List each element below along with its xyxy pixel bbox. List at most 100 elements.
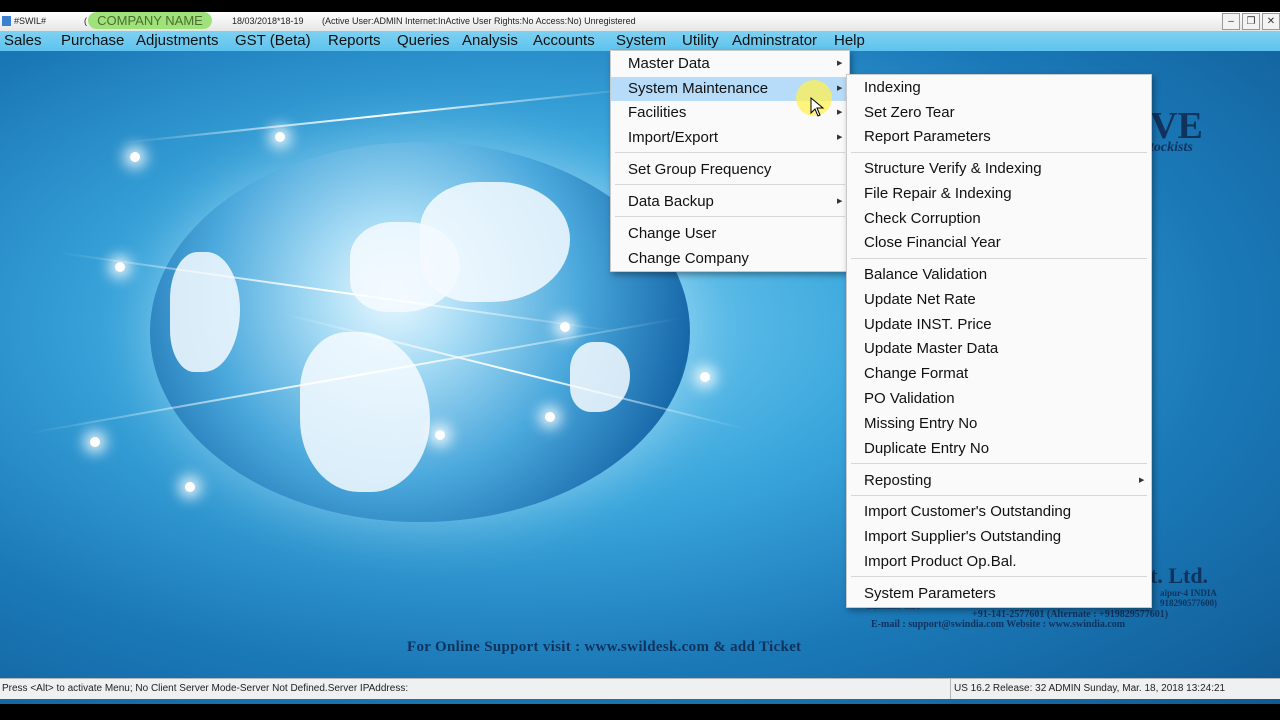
menu-system[interactable]: System <box>616 32 666 49</box>
menu-item-change-user[interactable]: Change User <box>611 222 849 246</box>
menu-adjustments[interactable]: Adjustments <box>136 32 219 49</box>
menu-analysis[interactable]: Analysis <box>462 32 518 49</box>
title-paren: ( <box>84 16 87 26</box>
app-icon <box>2 16 11 26</box>
menu-item-structure-verify[interactable]: Structure Verify & Indexing <box>847 157 1151 181</box>
menu-reports[interactable]: Reports <box>328 32 381 49</box>
menu-item-file-repair[interactable]: File Repair & Indexing <box>847 182 1151 206</box>
menu-item-set-zero-tear[interactable]: Set Zero Tear <box>847 101 1151 125</box>
menu-item-label: Missing Entry No <box>864 415 978 432</box>
menu-separator <box>851 258 1147 259</box>
menu-item-reposting[interactable]: Reposting ▶ <box>847 469 1151 493</box>
menu-item-label: Master Data <box>628 55 710 72</box>
globe-graphic <box>150 142 690 522</box>
menu-item-label: Set Group Frequency <box>628 161 772 178</box>
minimize-button[interactable]: – <box>1222 13 1240 30</box>
window-controls: – ❐ ✕ <box>1220 13 1280 30</box>
menu-item-label: Balance Validation <box>864 266 988 283</box>
menu-item-label: System Maintenance <box>628 80 769 97</box>
menu-item-import-export[interactable]: Import/Export ▶ <box>611 126 849 150</box>
arrow-right-icon: ▶ <box>837 60 843 67</box>
arrow-right-icon: ▶ <box>837 198 843 205</box>
app-id: #SWIL# <box>14 16 47 26</box>
menu-item-change-format[interactable]: Change Format <box>847 362 1151 386</box>
menu-item-update-master-data[interactable]: Update Master Data <box>847 337 1151 361</box>
menu-item-label: Import Supplier's Outstanding <box>864 528 1062 545</box>
status-hint: Press <Alt> to activate Menu; No Client … <box>2 683 409 694</box>
menu-item-system-parameters[interactable]: System Parameters <box>847 582 1151 606</box>
menu-separator <box>851 152 1147 153</box>
menu-bar: Sales Purchase Adjustments GST (Beta) Re… <box>0 31 1280 51</box>
menu-accounts[interactable]: Accounts <box>533 32 595 49</box>
arrow-right-icon: ▶ <box>837 134 843 141</box>
menu-adminstrator[interactable]: Adminstrator <box>732 32 817 49</box>
company-legal-name: t. Ltd. <box>1150 563 1209 588</box>
menu-item-missing-entry-no[interactable]: Missing Entry No <box>847 412 1151 436</box>
status-bar: Press <Alt> to activate Menu; No Client … <box>0 678 1280 699</box>
menu-separator <box>615 184 845 185</box>
menu-item-indexing[interactable]: Indexing <box>847 76 1151 100</box>
menu-item-label: Reposting <box>864 472 932 489</box>
menu-separator <box>851 463 1147 464</box>
menu-item-label: Facilities <box>628 104 687 121</box>
session-status: (Active User:ADMIN Internet:InActive Use… <box>322 16 636 26</box>
menu-item-label: File Repair & Indexing <box>864 185 1012 202</box>
app-window: VE tockists t. Ltd. aipur-4 INDIA 918290… <box>0 12 1280 704</box>
menu-item-import-customer-outstanding[interactable]: Import Customer's Outstanding <box>847 500 1151 524</box>
menu-item-label: Report Parameters <box>864 128 991 145</box>
mouse-pointer-icon <box>810 97 825 117</box>
menu-item-change-company[interactable]: Change Company <box>611 247 849 271</box>
menu-item-check-corruption[interactable]: Check Corruption <box>847 207 1151 231</box>
menu-purchase[interactable]: Purchase <box>61 32 124 49</box>
menu-item-label: Data Backup <box>628 193 714 210</box>
menu-item-po-validation[interactable]: PO Validation <box>847 387 1151 411</box>
menu-item-duplicate-entry-no[interactable]: Duplicate Entry No <box>847 437 1151 461</box>
status-version-clock: US 16.2 Release: 32 ADMIN Sunday, Mar. 1… <box>950 679 1225 699</box>
system-maintenance-submenu: Indexing Set Zero Tear Report Parameters… <box>846 74 1152 608</box>
menu-item-label: Indexing <box>864 79 921 96</box>
restore-button[interactable]: ❐ <box>1242 13 1260 30</box>
menu-item-label: Check Corruption <box>864 210 981 227</box>
menu-item-label: Duplicate Entry No <box>864 440 990 457</box>
menu-separator <box>851 495 1147 496</box>
menu-item-label: Change User <box>628 225 717 242</box>
menu-item-data-backup[interactable]: Data Backup ▶ <box>611 190 849 214</box>
title-bar: #SWIL# ( COMPANY NAME 18/03/2018*18-19 (… <box>0 12 1280 31</box>
menu-gst-beta[interactable]: GST (Beta) <box>235 32 311 49</box>
arrow-right-icon: ▶ <box>837 85 843 92</box>
session-date: 18/03/2018*18-19 <box>232 16 304 26</box>
address-line: aipur-4 INDIA <box>1160 588 1217 598</box>
menu-item-label: Update Master Data <box>864 340 999 357</box>
menu-item-label: Import/Export <box>628 129 719 146</box>
menu-item-label: Structure Verify & Indexing <box>864 160 1042 177</box>
close-button[interactable]: ✕ <box>1262 13 1280 30</box>
company-name-label: COMPANY NAME <box>88 12 212 29</box>
menu-item-close-financial-year[interactable]: Close Financial Year <box>847 231 1151 255</box>
menu-item-label: Import Customer's Outstanding <box>864 503 1072 520</box>
menu-item-update-net-rate[interactable]: Update Net Rate <box>847 288 1151 312</box>
menu-separator <box>615 216 845 217</box>
arrow-right-icon: ▶ <box>1139 477 1145 484</box>
menu-item-import-product-op-bal[interactable]: Import Product Op.Bal. <box>847 550 1151 574</box>
menu-item-balance-validation[interactable]: Balance Validation <box>847 263 1151 287</box>
arrow-right-icon: ▶ <box>837 109 843 116</box>
online-support-banner: For Online Support visit : www.swildesk.… <box>407 639 802 655</box>
menu-item-report-parameters[interactable]: Report Parameters <box>847 125 1151 149</box>
menu-sales[interactable]: Sales <box>4 32 42 49</box>
brand-tagline: tockists <box>1150 140 1193 155</box>
menu-item-label: Import Product Op.Bal. <box>864 553 1017 570</box>
menu-separator <box>851 576 1147 577</box>
menu-item-update-inst-price[interactable]: Update INST. Price <box>847 313 1151 337</box>
menu-utility[interactable]: Utility <box>682 32 719 49</box>
menu-item-label: Update INST. Price <box>864 316 992 333</box>
menu-item-label: System Parameters <box>864 585 996 602</box>
menu-queries[interactable]: Queries <box>397 32 450 49</box>
menu-item-label: PO Validation <box>864 390 955 407</box>
menu-item-set-group-frequency[interactable]: Set Group Frequency <box>611 158 849 182</box>
menu-item-master-data[interactable]: Master Data ▶ <box>611 52 849 76</box>
phone-line: 918290577600) <box>1160 598 1217 608</box>
menu-item-label: Update Net Rate <box>864 291 976 308</box>
menu-item-label: Change Company <box>628 250 749 267</box>
menu-item-import-supplier-outstanding[interactable]: Import Supplier's Outstanding <box>847 525 1151 549</box>
menu-help[interactable]: Help <box>834 32 865 49</box>
